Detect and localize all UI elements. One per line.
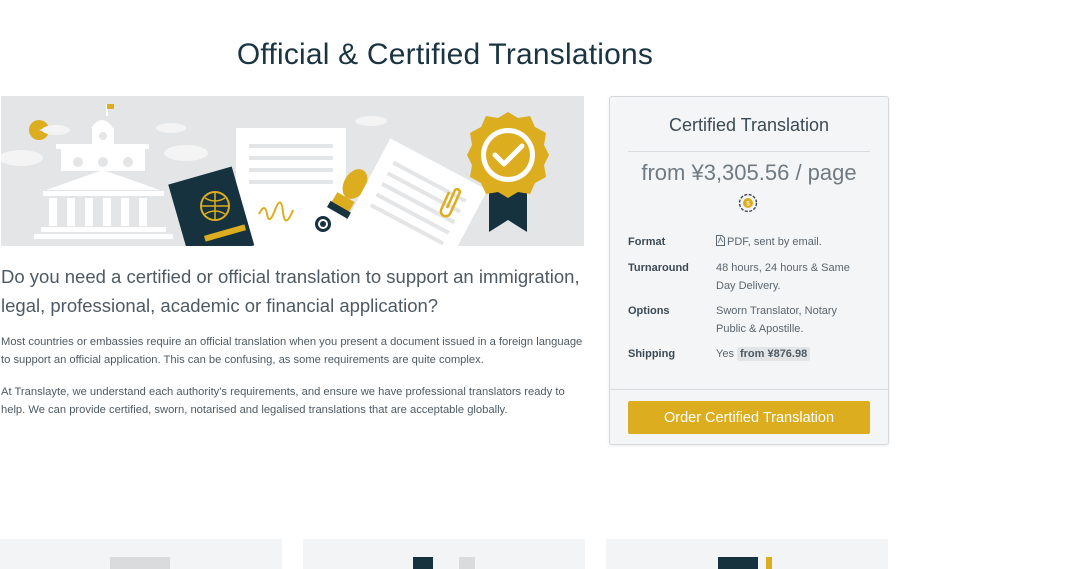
pricing-card: Certified Translation from ¥3,305.56 / p… — [609, 96, 889, 445]
card-title: Certified Translation — [668, 115, 830, 135]
pdf-file-icon — [716, 235, 725, 246]
intro-paragraph-2: At Translayte, we understand each author… — [1, 386, 565, 416]
card-price: from ¥3,305.56 / page — [641, 160, 857, 185]
card-footer-divider — [610, 389, 888, 390]
certified-badge-icon — [467, 112, 549, 232]
spec-key: Shipping — [628, 348, 676, 360]
feature-card-1 — [0, 539, 282, 569]
spec-value-text: PDF, sent by email. — [727, 236, 822, 248]
feature-icon-1 — [110, 557, 170, 569]
coin-currency-icon[interactable]: $ — [738, 193, 758, 213]
feature-card-3 — [606, 539, 888, 569]
spec-key: Format — [628, 236, 666, 248]
order-certified-translation-button[interactable]: Order Certified Translation — [628, 401, 870, 434]
spec-value: Sworn Translator, Notary Public & Aposti… — [716, 305, 838, 335]
spec-key: Turnaround — [628, 262, 689, 274]
feature-icon-3b — [766, 557, 772, 569]
spec-key: Options — [628, 305, 670, 317]
feature-icon-2 — [413, 557, 433, 569]
intro-paragraph-1: Most countries or embassies require an o… — [1, 336, 583, 366]
spec-value-text: Yes — [716, 348, 734, 360]
feature-icon-3 — [718, 557, 758, 569]
hero-illustration — [1, 96, 584, 246]
shipping-price-badge: from ¥876.98 — [736, 347, 811, 361]
feature-card-2 — [303, 539, 585, 569]
government-building-icon — [34, 104, 173, 239]
card-divider — [628, 151, 870, 152]
spec-value: 48 hours, 24 hours & Same Day Delivery. — [716, 262, 850, 292]
feature-icon-2b — [459, 557, 475, 569]
spec-value: PDF, sent by email. — [716, 234, 866, 252]
intro-lead: Do you need a certified or official tran… — [1, 266, 580, 316]
spec-value: Yes from ¥876.98 — [716, 346, 866, 364]
page-title: Official & Certified Translations — [236, 38, 654, 71]
